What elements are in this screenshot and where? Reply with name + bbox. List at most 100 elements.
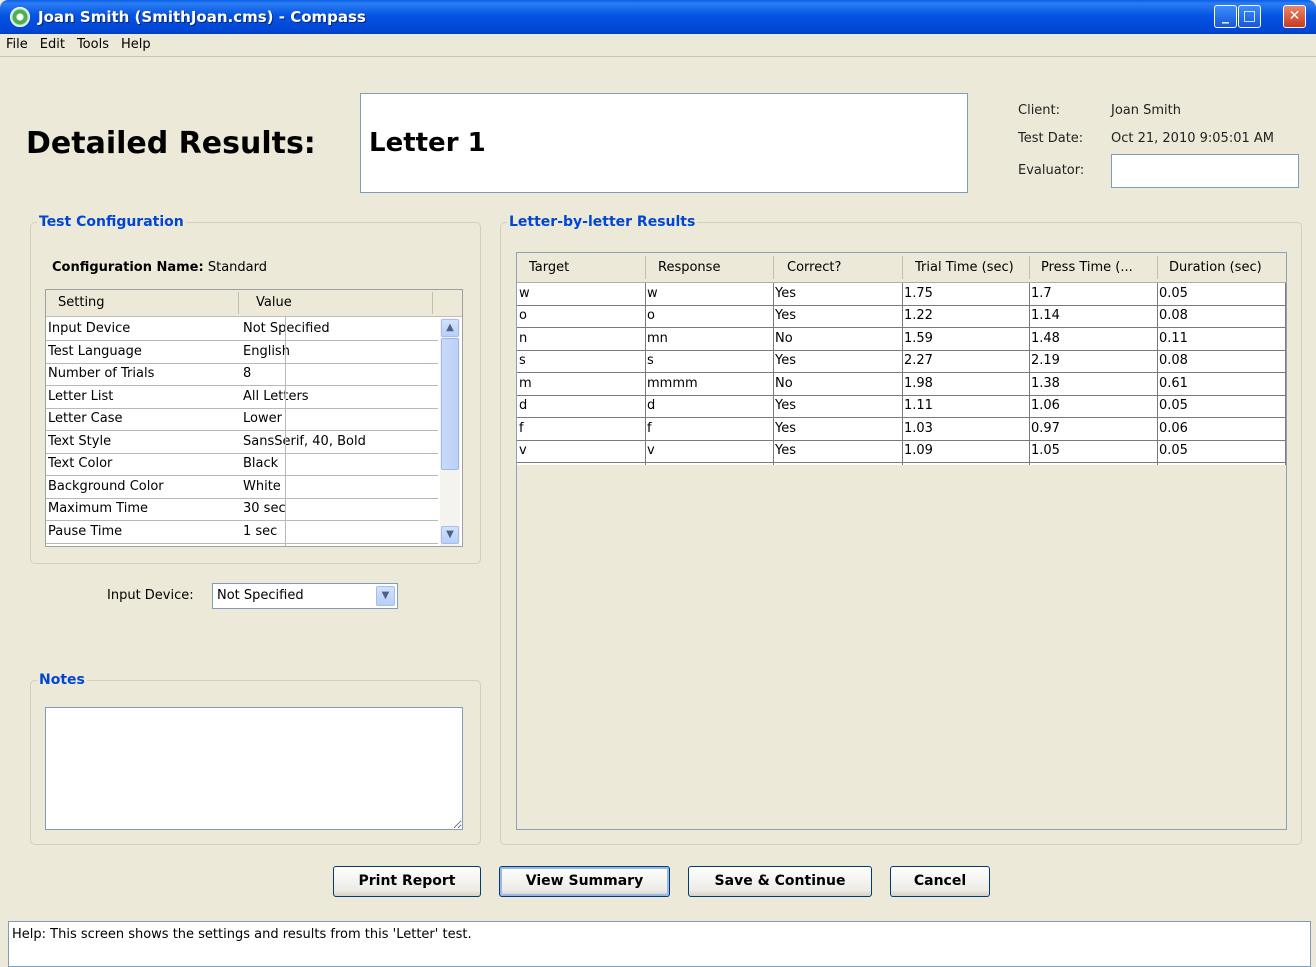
input-device-select[interactable]: Not Specified ▼ — [212, 583, 398, 609]
menu-bar: File Edit Tools Help — [0, 34, 1316, 57]
press-time-cell: 1.06 — [1031, 398, 1060, 413]
cancel-button[interactable]: Cancel — [890, 866, 990, 897]
column-header-response[interactable]: Response — [658, 260, 768, 275]
value-cell: 30 sec — [243, 501, 286, 516]
menu-tools[interactable]: Tools — [71, 34, 115, 52]
value-cell: White — [243, 479, 281, 494]
scroll-down-icon[interactable]: ▼ — [441, 526, 459, 544]
trial-time-cell: 1.11 — [904, 398, 933, 413]
response-cell: mmmm — [647, 376, 698, 391]
table-row[interactable]: Maximum Time 30 sec — [46, 498, 438, 521]
setting-cell: Pause Time — [48, 524, 123, 539]
client-value: Joan Smith — [1111, 103, 1181, 118]
correct-cell: No — [775, 376, 793, 391]
close-button[interactable]: ✕ — [1283, 5, 1306, 28]
target-cell: n — [519, 331, 528, 346]
page-title: Detailed Results: — [26, 126, 316, 161]
value-cell: 8 — [243, 366, 252, 381]
setting-cell: Input Device — [48, 321, 131, 336]
value-cell: Not Specified — [243, 321, 330, 336]
press-time-cell: 0.97 — [1031, 421, 1060, 436]
value-cell: Lower — [243, 411, 282, 426]
setting-cell: Number of Trials — [48, 366, 155, 381]
target-cell: s — [519, 353, 526, 368]
settings-table-header: Setting Value — [46, 290, 462, 317]
duration-cell: 0.06 — [1159, 421, 1188, 436]
table-row[interactable]: Pause Time 1 sec — [46, 521, 438, 544]
results-table[interactable]: Target Response Correct? Trial Time (sec… — [516, 252, 1287, 830]
evaluator-field[interactable] — [1111, 154, 1299, 188]
input-device-label: Input Device: — [107, 588, 194, 603]
table-row[interactable]: Letter List All Letters — [46, 386, 438, 409]
target-cell: w — [519, 286, 530, 301]
correct-cell: Yes — [775, 398, 796, 413]
notes-title: Notes — [39, 672, 85, 688]
table-row[interactable]: Text Style SansSerif, 40, Bold — [46, 431, 438, 454]
print-report-button[interactable]: Print Report — [333, 866, 481, 897]
column-header-press-time[interactable]: Press Time (... — [1041, 260, 1151, 275]
trial-time-cell: 1.75 — [904, 286, 933, 301]
column-header-setting[interactable]: Setting — [58, 295, 105, 310]
settings-table[interactable]: Setting Value Input Device Not Specified … — [45, 289, 463, 547]
maximize-button[interactable]: □ — [1238, 5, 1261, 28]
help-bar: Help: This screen shows the settings and… — [8, 921, 1311, 967]
table-row[interactable]: Test Language English — [46, 341, 438, 364]
column-header-value[interactable]: Value — [256, 295, 292, 310]
table-row[interactable]: Text Color Black — [46, 453, 438, 476]
correct-cell: Yes — [775, 308, 796, 323]
minimize-button[interactable]: _ — [1214, 5, 1237, 28]
notes-field[interactable] — [45, 707, 463, 830]
table-row[interactable]: Letter Case Lower — [46, 408, 438, 431]
target-cell: v — [519, 443, 527, 458]
duration-cell: 0.08 — [1159, 308, 1188, 323]
menu-file[interactable]: File — [0, 34, 34, 52]
evaluator-label: Evaluator: — [1018, 163, 1085, 178]
value-cell: All Letters — [243, 389, 309, 404]
window-title: Joan Smith (SmithJoan.cms) - Compass — [38, 8, 366, 26]
column-header-target[interactable]: Target — [529, 260, 649, 275]
scroll-up-icon[interactable]: ▲ — [441, 319, 459, 337]
table-row[interactable]: Input Device Not Specified — [46, 318, 438, 341]
correct-cell: Yes — [775, 286, 796, 301]
table-row[interactable]: Background Color White — [46, 476, 438, 499]
trial-time-cell: 1.59 — [904, 331, 933, 346]
scroll-thumb[interactable] — [441, 338, 459, 470]
response-cell: f — [647, 421, 652, 436]
compass-app-icon — [10, 7, 30, 27]
column-header-correct[interactable]: Correct? — [787, 260, 897, 275]
chevron-down-icon[interactable]: ▼ — [376, 586, 395, 606]
configuration-name-label: Configuration Name: — [52, 260, 204, 275]
table-row[interactable]: Number of Trials 8 — [46, 363, 438, 386]
target-cell: f — [519, 421, 524, 436]
press-time-cell: 1.48 — [1031, 331, 1060, 346]
press-time-cell: 2.19 — [1031, 353, 1060, 368]
setting-cell: Text Color — [48, 456, 113, 471]
response-cell: s — [647, 353, 654, 368]
duration-cell: 0.05 — [1159, 286, 1188, 301]
trial-time-cell: 1.09 — [904, 443, 933, 458]
press-time-cell: 1.7 — [1031, 286, 1052, 301]
value-cell: SansSerif, 40, Bold — [243, 434, 366, 449]
trial-time-cell: 1.22 — [904, 308, 933, 323]
target-cell: m — [519, 376, 532, 391]
target-cell: o — [519, 308, 527, 323]
trial-time-cell: 1.03 — [904, 421, 933, 436]
setting-cell: Maximum Time — [48, 501, 149, 516]
setting-cell: Letter List — [48, 389, 114, 404]
test-name: Letter 1 — [369, 128, 486, 158]
settings-scrollbar[interactable]: ▲ ▼ — [440, 318, 460, 546]
column-header-duration[interactable]: Duration (sec) — [1169, 260, 1281, 275]
duration-cell: 0.61 — [1159, 376, 1188, 391]
menu-help[interactable]: Help — [115, 34, 157, 52]
save-continue-button[interactable]: Save & Continue — [688, 866, 872, 897]
view-summary-button[interactable]: View Summary — [499, 866, 670, 897]
results-table-header: Target Response Correct? Trial Time (sec… — [517, 253, 1286, 283]
test-date-value: Oct 21, 2010 9:05:01 AM — [1111, 131, 1274, 146]
trial-time-cell: 2.27 — [904, 353, 933, 368]
column-header-trial-time[interactable]: Trial Time (sec) — [915, 260, 1025, 275]
value-cell: English — [243, 344, 290, 359]
setting-cell: Text Style — [48, 434, 112, 449]
title-bar[interactable]: Joan Smith (SmithJoan.cms) - Compass _ □… — [0, 0, 1316, 34]
value-cell: Black — [243, 456, 279, 471]
menu-edit[interactable]: Edit — [34, 34, 71, 52]
